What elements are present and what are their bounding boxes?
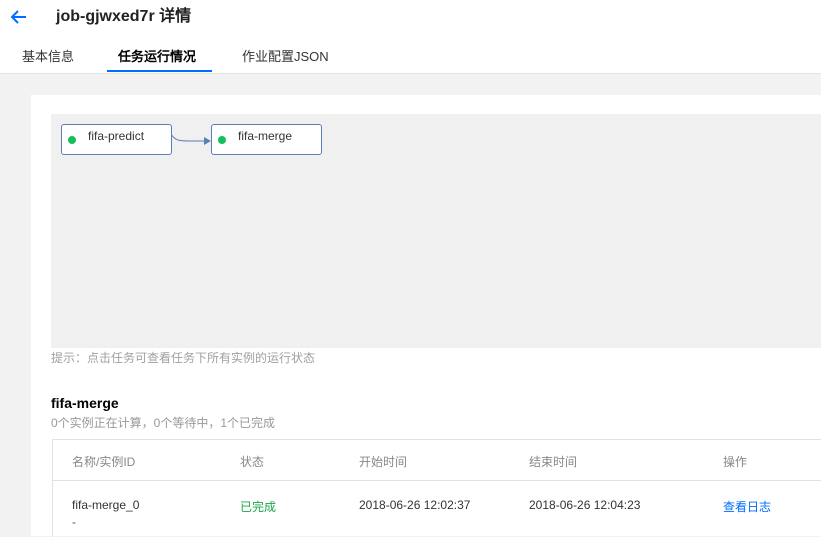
tab-basic-info[interactable]: 基本信息 — [22, 46, 74, 68]
dag-node-fifa-predict[interactable]: fifa-predict — [61, 124, 172, 155]
table-header: 名称/实例ID 状态 开始时间 结束时间 操作 — [53, 440, 821, 481]
column-header-end-time: 结束时间 — [529, 455, 578, 469]
table-row: fifa-merge_0 - 已完成 2018-06-26 12:02:37 2… — [53, 481, 821, 537]
instance-table: 名称/实例ID 状态 开始时间 结束时间 操作 fifa-merge_0 - 已… — [52, 439, 821, 537]
page-title: job-gjwxed7r 详情 — [56, 8, 192, 25]
view-log-link[interactable]: 查看日志 — [723, 498, 771, 515]
instance-id: - — [72, 515, 76, 529]
column-header-action: 操作 — [723, 455, 748, 469]
back-arrow-icon[interactable] — [9, 7, 29, 27]
tab-task-status[interactable]: 任务运行情况 — [118, 46, 196, 68]
task-name-heading: fifa-merge — [51, 395, 119, 411]
instance-end-time: 2018-06-26 12:04:23 — [529, 498, 641, 512]
task-instance-summary: 0个实例正在计算，0个等待中，1个已完成 — [51, 416, 276, 430]
tab-job-config-json[interactable]: 作业配置JSON — [242, 46, 329, 68]
column-header-start-time: 开始时间 — [359, 455, 408, 469]
active-tab-indicator — [107, 70, 212, 72]
dag-node-fifa-merge[interactable]: fifa-merge — [211, 124, 322, 155]
page-header: job-gjwxed7r 详情 基本信息 任务运行情况 作业配置JSON — [0, 0, 821, 74]
column-header-status: 状态 — [240, 455, 265, 469]
dag-node-label: fifa-merge — [238, 129, 293, 143]
status-dot-icon — [68, 136, 76, 144]
instance-name: fifa-merge_0 — [72, 498, 140, 512]
status-dot-icon — [218, 136, 226, 144]
instance-status: 已完成 — [240, 500, 277, 514]
hint-text: 提示：点击任务可查看任务下所有实例的运行状态 — [51, 351, 316, 365]
column-header-name: 名称/实例ID — [72, 455, 136, 469]
dag-node-label: fifa-predict — [88, 129, 145, 143]
content-panel: fifa-predict fifa-merge 提示：点击任务可查看任务下所有实… — [31, 95, 821, 537]
dag-canvas: fifa-predict fifa-merge — [51, 114, 821, 348]
instance-start-time: 2018-06-26 12:02:37 — [359, 498, 471, 512]
